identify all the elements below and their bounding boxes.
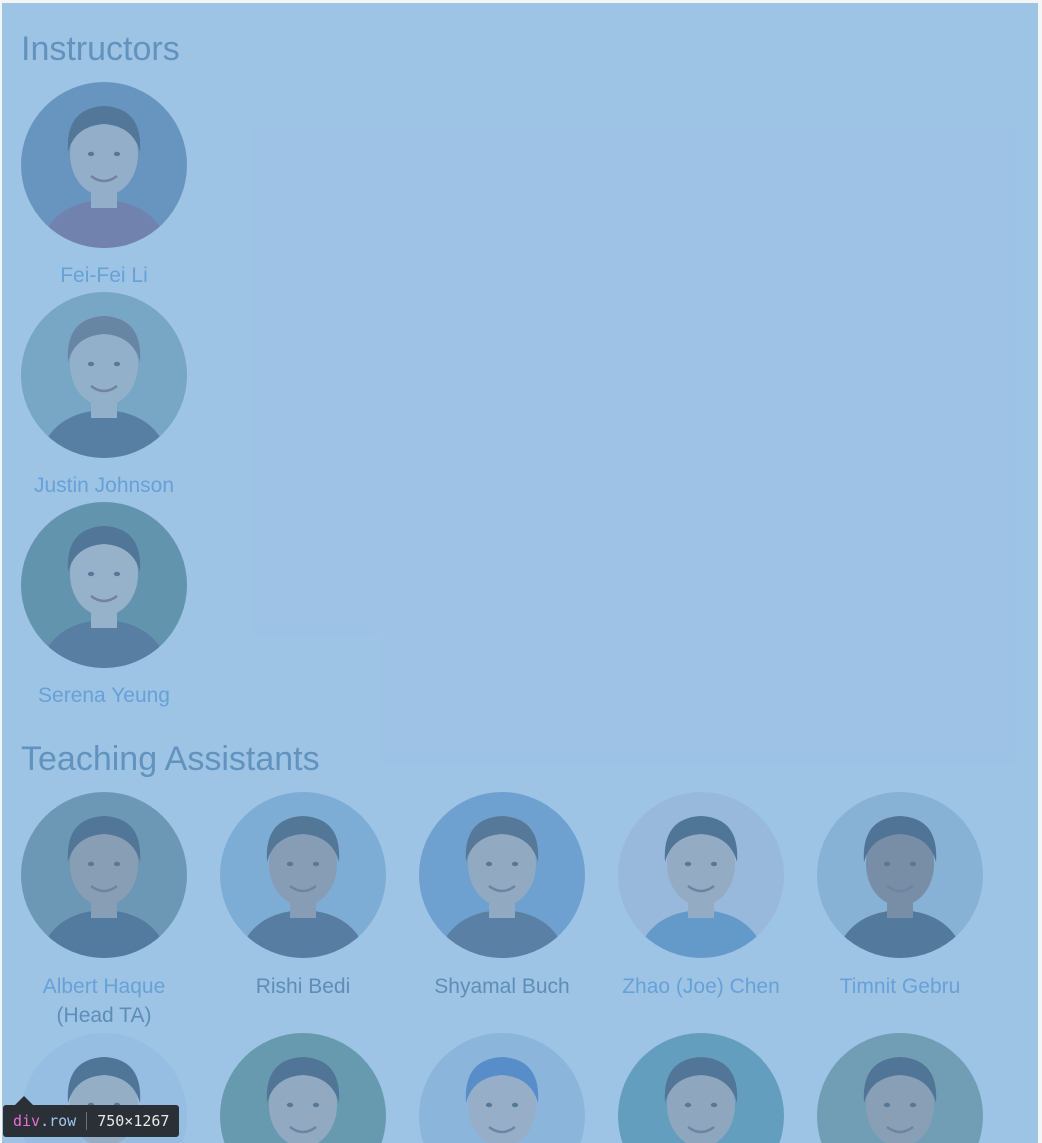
portrait-eye-right	[909, 1102, 917, 1108]
portrait-eye-right	[710, 1102, 718, 1108]
portrait-graphic	[21, 292, 187, 458]
portrait-graphic	[817, 792, 983, 958]
portrait-eye-right	[511, 1102, 519, 1108]
portrait-eye-right	[113, 361, 121, 367]
portrait-eye-left	[485, 861, 493, 867]
instructor-name-link[interactable]: Serena Yeung	[4, 682, 204, 710]
instructor-card-0: Fei-Fei Li	[4, 82, 204, 290]
portrait-graphic	[220, 1033, 386, 1143]
people-page: Instructors Fei-Fei Li Justin Johnson Se…	[0, 0, 1042, 1143]
portrait-eye-left	[87, 861, 95, 867]
portrait-eye-right	[113, 151, 121, 157]
portrait-eye-left	[286, 861, 294, 867]
portrait-graphic	[21, 792, 187, 958]
avatar[interactable]	[618, 1033, 784, 1143]
avatar[interactable]	[618, 792, 784, 958]
portrait-graphic	[21, 502, 187, 668]
instructor-card-1: Justin Johnson	[4, 292, 204, 500]
ta-card-4: Timnit Gebru	[800, 792, 1000, 1001]
portrait-graphic	[220, 792, 386, 958]
portrait-eye-right	[312, 861, 320, 867]
avatar[interactable]	[21, 792, 187, 958]
portrait-eye-right	[312, 1102, 320, 1108]
ta-card-row2-1	[203, 1033, 403, 1143]
inspector-divider	[86, 1112, 88, 1130]
ta-name-link[interactable]: Timnit Gebru	[800, 973, 1000, 1001]
ta-name: Shyamal Buch	[434, 975, 570, 998]
portrait-eye-right	[511, 861, 519, 867]
ta-card-1: Rishi Bedi	[203, 792, 403, 1001]
portrait-eye-left	[883, 1102, 891, 1108]
portrait-eye-right	[909, 861, 917, 867]
ta-name-link[interactable]: Zhao (Joe) Chen	[601, 973, 801, 1001]
ta-card-row2-4	[800, 1033, 1000, 1143]
ta-card-row2-2	[402, 1033, 602, 1143]
avatar[interactable]	[419, 1033, 585, 1143]
avatar[interactable]	[817, 1033, 983, 1143]
portrait-eye-left	[286, 1102, 294, 1108]
content: Instructors Fei-Fei Li Justin Johnson Se…	[0, 0, 1042, 1143]
ta-name-link[interactable]: Albert Haque	[4, 973, 204, 1001]
ta-card-3: Zhao (Joe) Chen	[601, 792, 801, 1001]
ta-name: Rishi Bedi	[255, 975, 351, 998]
ta-role: (Head TA)	[56, 1004, 152, 1027]
inspector-tag: div	[13, 1112, 41, 1130]
tas-heading: Teaching Assistants	[21, 740, 320, 778]
avatar	[220, 792, 386, 958]
portrait-eye-right	[113, 571, 121, 577]
portrait-eye-left	[87, 361, 95, 367]
inspector-class: .row	[40, 1112, 77, 1130]
portrait-graphic	[618, 792, 784, 958]
portrait-graphic	[21, 82, 187, 248]
portrait-graphic	[419, 792, 585, 958]
inspector-size: 750×1267	[97, 1112, 170, 1130]
avatar[interactable]	[21, 502, 187, 668]
avatar[interactable]	[21, 82, 187, 248]
instructor-name-link[interactable]: Fei-Fei Li	[4, 262, 204, 290]
portrait-eye-right	[710, 861, 718, 867]
ta-card-row2-3	[601, 1033, 801, 1143]
portrait-eye-left	[684, 861, 692, 867]
instructor-name-link[interactable]: Justin Johnson	[4, 472, 204, 500]
portrait-eye-left	[883, 861, 891, 867]
avatar[interactable]	[21, 292, 187, 458]
portrait-graphic	[817, 1033, 983, 1143]
portrait-eye-left	[87, 571, 95, 577]
avatar	[419, 792, 585, 958]
portrait-eye-left	[87, 151, 95, 157]
instructor-card-2: Serena Yeung	[4, 502, 204, 710]
ta-card-2: Shyamal Buch	[402, 792, 602, 1001]
ta-card-0: Albert Haque (Head TA)	[4, 792, 204, 1031]
portrait-eye-left	[485, 1102, 493, 1108]
portrait-eye-right	[113, 861, 121, 867]
avatar[interactable]	[817, 792, 983, 958]
portrait-graphic	[618, 1033, 784, 1143]
instructors-heading: Instructors	[21, 30, 180, 68]
devtools-inspector-tooltip: div .row 750×1267	[3, 1096, 180, 1137]
portrait-eye-left	[684, 1102, 692, 1108]
portrait-graphic	[419, 1033, 585, 1143]
avatar[interactable]	[220, 1033, 386, 1143]
